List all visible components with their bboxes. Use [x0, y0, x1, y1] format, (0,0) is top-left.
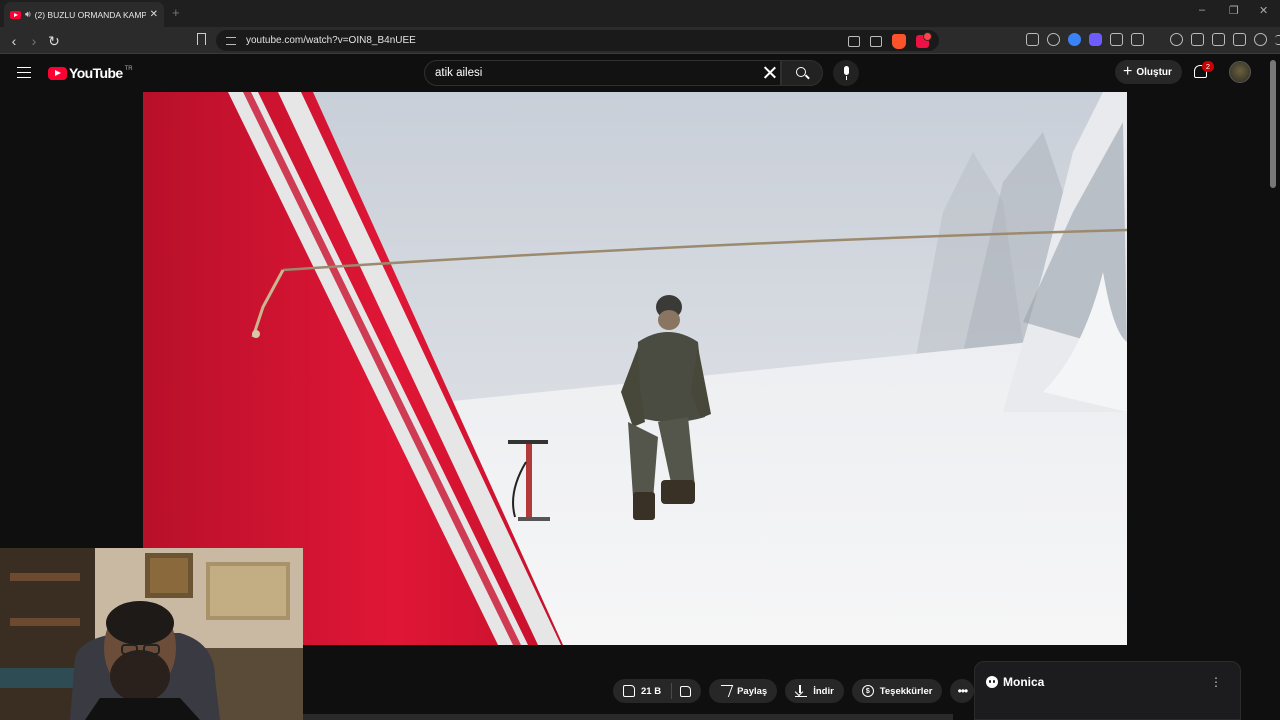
screenshot-extension-icon[interactable]: [1131, 33, 1144, 46]
forward-button[interactable]: ›: [24, 31, 44, 51]
create-label: Oluştur: [1136, 66, 1172, 78]
monica-panel[interactable]: Monica ⋮: [974, 661, 1241, 720]
maximize-button[interactable]: ❐: [1229, 4, 1239, 17]
youtube-play-icon: [48, 66, 67, 80]
search-icon: [796, 67, 806, 77]
download-icon: [795, 685, 808, 697]
browser-toolbar: ‹ › ↻ youtube.com/watch?v=OIN8_B4nUEE: [0, 27, 1280, 54]
thumbs-down-icon: [680, 685, 692, 697]
description-box-edge: [303, 714, 953, 720]
search-input[interactable]: atik ailesi: [424, 60, 781, 86]
site-settings-icon[interactable]: [226, 36, 236, 45]
menu-icon[interactable]: [1275, 34, 1280, 45]
new-tab-button[interactable]: +: [172, 5, 180, 20]
like-dislike-group: 21 B: [613, 679, 702, 703]
sidebar-icon[interactable]: [1191, 33, 1204, 46]
thanks-button[interactable]: $ Teşekkürler: [851, 679, 943, 703]
browser-tab[interactable]: 🔊︎ (2) BUZLU ORMANDA KAMP ✕: [4, 2, 164, 27]
gamepad-extension-icon[interactable]: [1026, 33, 1039, 46]
vpn-extension-icon[interactable]: [1068, 33, 1081, 46]
brave-rewards-icon[interactable]: [916, 32, 932, 48]
address-bar-actions: [848, 32, 932, 49]
brave-shields-icon[interactable]: [892, 34, 906, 49]
create-button[interactable]: + Oluştur: [1115, 60, 1182, 84]
bookmark-icon[interactable]: [197, 33, 206, 45]
tab-close-icon[interactable]: ✕: [150, 9, 158, 20]
share-label: Paylaş: [737, 685, 768, 697]
account-avatar[interactable]: [1229, 61, 1251, 83]
address-bar[interactable]: youtube.com/watch?v=OIN8_B4nUEE: [216, 30, 939, 51]
puzzle-icon[interactable]: [1110, 33, 1123, 46]
monica-title: Monica: [1003, 675, 1045, 689]
youtube-header: YouTube TR atik ailesi + Oluştur 2: [0, 54, 1280, 92]
monica-extension-icon[interactable]: [1089, 33, 1102, 46]
minimize-button[interactable]: –: [1199, 4, 1205, 16]
region-code: TR: [124, 65, 133, 72]
youtube-wordmark: YouTube: [69, 65, 123, 81]
wallet-icon[interactable]: [1212, 33, 1225, 46]
thumbs-up-icon: [623, 685, 635, 697]
guide-menu-icon[interactable]: [17, 67, 31, 78]
like-button[interactable]: 21 B: [623, 683, 673, 699]
search-query: atik ailesi: [435, 67, 483, 79]
video-actions: 21 B Paylaş İndir $ Teşekkürler •••: [613, 679, 975, 703]
reload-button[interactable]: ↻: [44, 31, 64, 51]
dislike-button[interactable]: [672, 685, 692, 697]
download-button[interactable]: İndir: [785, 679, 844, 703]
browser-tabstrip: 🔊︎ (2) BUZLU ORMANDA KAMP ✕ + – ❐ ✕: [0, 0, 1280, 27]
share-icon: [716, 685, 734, 697]
webcam-overlay: [0, 548, 303, 720]
share-page-icon[interactable]: [870, 36, 882, 47]
audio-extension-icon[interactable]: [1047, 33, 1060, 46]
clear-search-icon[interactable]: [762, 65, 777, 80]
youtube-favicon-icon: [10, 10, 21, 19]
media-control-icon[interactable]: [1170, 33, 1183, 46]
like-count: 21 B: [641, 685, 662, 697]
voice-search-button[interactable]: [833, 60, 859, 86]
window-close-button[interactable]: ✕: [1259, 4, 1268, 17]
tab-title: (2) BUZLU ORMANDA KAMP: [34, 9, 146, 20]
plus-icon: +: [1123, 63, 1133, 80]
more-actions-button[interactable]: •••: [950, 679, 975, 703]
monica-logo-icon: [986, 676, 998, 688]
notification-badge: 2: [1202, 61, 1214, 72]
download-label: İndir: [813, 685, 834, 697]
monica-menu-icon[interactable]: ⋮: [1210, 675, 1222, 689]
back-button[interactable]: ‹: [4, 31, 24, 51]
vpn-shield-icon[interactable]: [1254, 33, 1267, 46]
youtube-logo[interactable]: YouTube TR: [48, 65, 133, 81]
page-scrollbar[interactable]: [1270, 60, 1276, 188]
share-button[interactable]: Paylaş: [709, 679, 778, 703]
extensions-row: [1026, 33, 1280, 46]
thanks-label: Teşekkürler: [879, 685, 933, 697]
cast-icon[interactable]: [848, 36, 860, 47]
search-button[interactable]: [781, 60, 823, 86]
leo-ai-icon[interactable]: [1233, 33, 1246, 46]
url-text: youtube.com/watch?v=OIN8_B4nUEE: [246, 35, 416, 46]
super-thanks-icon: $: [861, 685, 874, 697]
speaker-icon[interactable]: 🔊︎: [25, 9, 31, 20]
webcam-feed: [0, 548, 303, 720]
